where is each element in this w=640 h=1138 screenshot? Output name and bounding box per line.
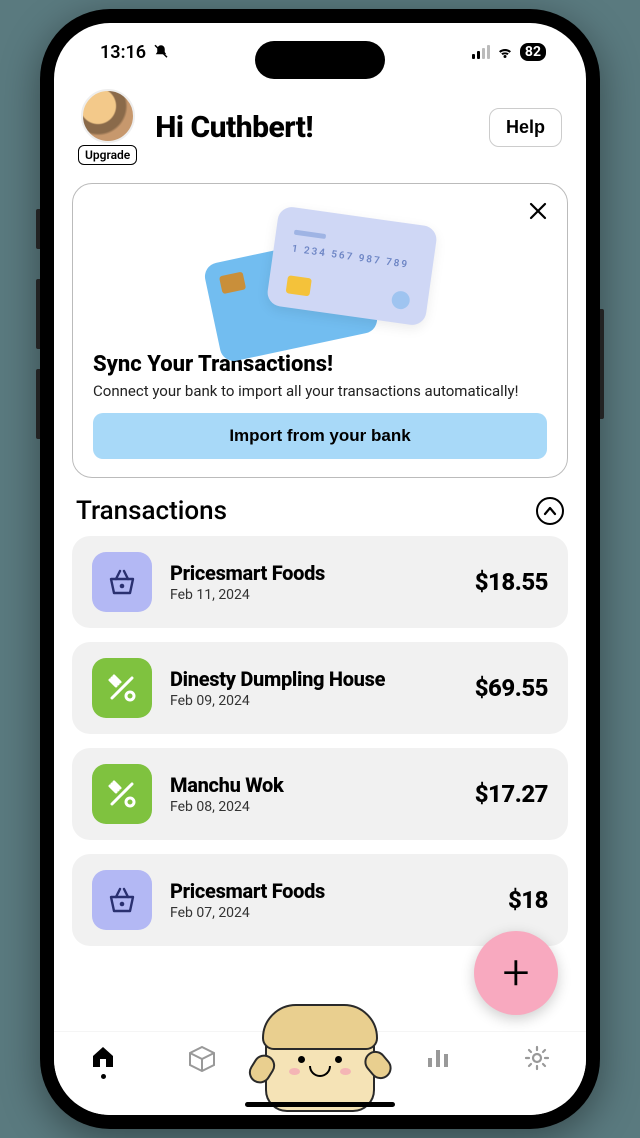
- transaction-date: Feb 08, 2024: [170, 799, 457, 815]
- transaction-amount: $17.27: [475, 780, 548, 808]
- bell-off-icon: [152, 43, 170, 61]
- collapse-toggle[interactable]: [536, 497, 564, 525]
- basket-icon: [92, 870, 152, 930]
- add-fab[interactable]: +: [474, 931, 558, 1015]
- mascot[interactable]: [265, 1006, 375, 1112]
- notch: [255, 41, 385, 79]
- transaction-row[interactable]: Manchu Wok Feb 08, 2024 $17.27: [72, 748, 568, 840]
- transaction-amount: $18: [508, 886, 548, 914]
- battery-badge: 82: [520, 43, 546, 61]
- gear-icon: [523, 1044, 551, 1072]
- greeting-text: Hi Cuthbert!: [155, 110, 489, 145]
- box-icon: [187, 1044, 217, 1072]
- transaction-row[interactable]: Pricesmart Foods Feb 11, 2024 $18.55: [72, 536, 568, 628]
- sync-subtitle: Connect your bank to import all your tra…: [93, 381, 547, 401]
- transaction-name: Dinesty Dumpling House: [170, 667, 457, 691]
- sync-card: 1 234 567 987 789 Sync Your Transactions…: [72, 183, 568, 478]
- transaction-name: Pricesmart Foods: [170, 879, 490, 903]
- home-indicator[interactable]: [245, 1102, 395, 1107]
- sync-title: Sync Your Transactions!: [93, 352, 547, 377]
- home-icon: [89, 1044, 117, 1070]
- transactions-heading: Transactions: [76, 496, 227, 526]
- transaction-name: Manchu Wok: [170, 773, 457, 797]
- chart-icon: [424, 1044, 452, 1070]
- upgrade-button[interactable]: Upgrade: [78, 145, 137, 165]
- transaction-amount: $18.55: [475, 568, 548, 596]
- nav-box[interactable]: [182, 1044, 222, 1072]
- transaction-date: Feb 09, 2024: [170, 693, 457, 709]
- phone-frame: 13:16 82 Upgrade Hi: [40, 9, 600, 1129]
- cell-signal-icon: [472, 45, 490, 59]
- nav-settings[interactable]: [517, 1044, 557, 1072]
- transaction-row[interactable]: Pricesmart Foods Feb 07, 2024 $18: [72, 854, 568, 946]
- utensils-icon: [92, 658, 152, 718]
- transaction-date: Feb 07, 2024: [170, 905, 490, 921]
- transaction-name: Pricesmart Foods: [170, 561, 457, 585]
- nav-home[interactable]: [83, 1044, 123, 1079]
- avatar[interactable]: [81, 89, 135, 143]
- nav-stats[interactable]: [418, 1044, 458, 1070]
- transaction-list: Pricesmart Foods Feb 11, 2024 $18.55 Dinest…: [72, 536, 568, 946]
- import-bank-button[interactable]: Import from your bank: [93, 413, 547, 459]
- help-button[interactable]: Help: [489, 108, 562, 147]
- wifi-icon: [496, 45, 514, 59]
- cards-illustration: 1 234 567 987 789: [93, 202, 547, 342]
- transaction-amount: $69.55: [475, 674, 548, 702]
- plus-icon: +: [502, 949, 529, 997]
- transaction-row[interactable]: Dinesty Dumpling House Feb 09, 2024 $69.55: [72, 642, 568, 734]
- header: Upgrade Hi Cuthbert! Help: [54, 81, 586, 169]
- utensils-icon: [92, 764, 152, 824]
- screen: 13:16 82 Upgrade Hi: [54, 23, 586, 1115]
- chevron-up-icon: [543, 506, 557, 516]
- status-time: 13:16: [100, 42, 146, 63]
- transaction-date: Feb 11, 2024: [170, 587, 457, 603]
- basket-icon: [92, 552, 152, 612]
